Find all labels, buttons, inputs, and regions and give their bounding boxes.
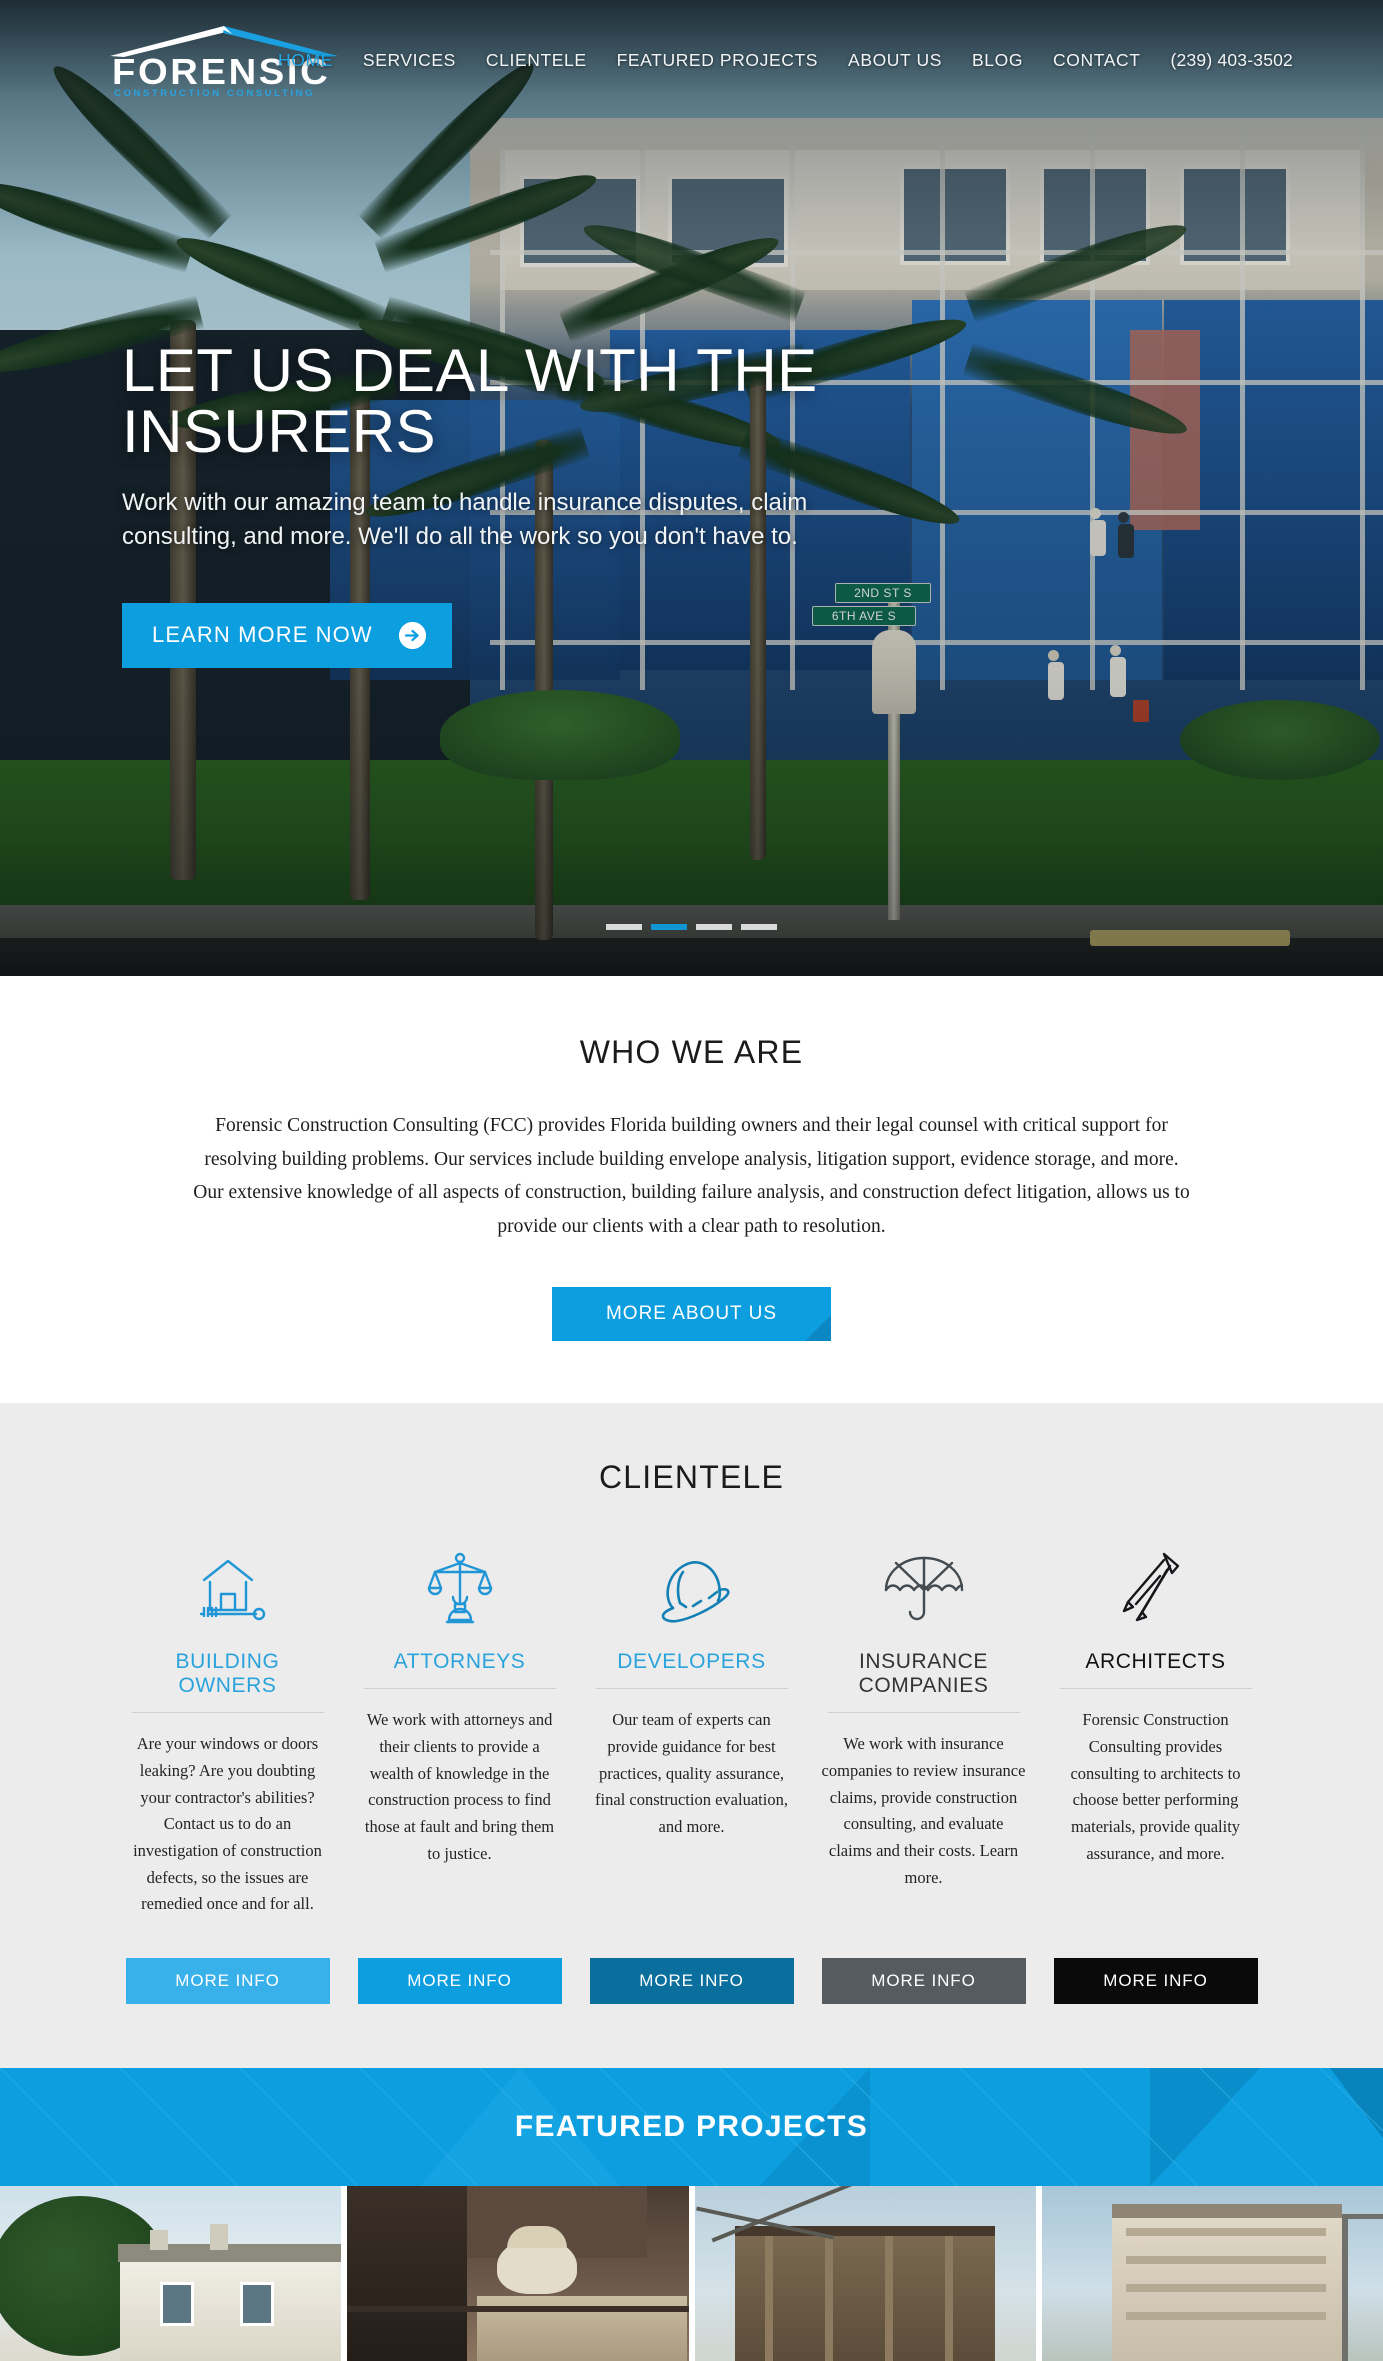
nav-item-home[interactable]: HOME (263, 50, 348, 71)
button-cell: MORE INFO (344, 1958, 576, 2005)
nav-phone-number[interactable]: (239) 403-3502 (1156, 50, 1293, 71)
main-navigation[interactable]: HOME SERVICES CLIENTELE FEATURED PROJECT… (263, 50, 1293, 71)
divider (363, 1688, 556, 1690)
scales-of-justice-icon (358, 1542, 562, 1624)
clientele-card-building-owners: BUILDING OWNERS Are your windows or door… (112, 1542, 344, 1918)
clientele-card-text: We work with insurance companies to revi… (821, 1734, 1026, 1887)
who-we-are-body: Forensic Construction Consulting (FCC) p… (193, 1115, 1190, 1237)
hard-hat-icon (590, 1542, 794, 1624)
hero-slider-dots[interactable] (0, 924, 1383, 930)
divider (1059, 1688, 1252, 1690)
featured-projects-banner: FEATURED PROJECTS (0, 2068, 1383, 2187)
project-thumb-coastal-home[interactable] (0, 2186, 342, 2361)
hero-cta-label: LEARN MORE NOW (152, 622, 373, 648)
clientele-card-title: DEVELOPERS (617, 1650, 766, 1674)
arrow-right-circle-icon (398, 621, 426, 649)
project-thumb-framing[interactable] (694, 2186, 1036, 2361)
nav-item-featured-projects[interactable]: FEATURED PROJECTS (602, 50, 833, 71)
button-cell: MORE INFO (112, 1958, 344, 2005)
nav-item-contact[interactable]: CONTACT (1038, 50, 1155, 71)
divider (827, 1712, 1020, 1714)
clientele-section: CLIENTELE BUILDING OWNERS Are your windo… (0, 1403, 1383, 2069)
clientele-card-insurance-companies: INSURANCE COMPANIES We work with insuran… (808, 1542, 1040, 1918)
project-thumb-condo-tower[interactable] (1041, 2186, 1383, 2361)
button-cell: MORE INFO (576, 1958, 808, 2005)
more-info-button-architects[interactable]: MORE INFO (1053, 1958, 1258, 2005)
clientele-cards: BUILDING OWNERS Are your windows or door… (112, 1542, 1272, 1918)
button-cell: MORE INFO (1040, 1958, 1272, 2005)
who-we-are-title: WHO WE ARE (579, 1034, 804, 1070)
clientele-card-attorneys: ATTORNEYS We work with attorneys and the… (344, 1542, 576, 1918)
slider-dot-2[interactable] (651, 924, 687, 930)
nav-item-about-us[interactable]: ABOUT US (833, 50, 957, 71)
umbrella-icon (822, 1542, 1026, 1624)
clientele-card-developers: DEVELOPERS Our team of experts can provi… (576, 1542, 808, 1918)
compass-divider-icon (1054, 1542, 1258, 1624)
featured-projects-thumbnails (0, 2186, 1383, 2361)
more-info-button-building-owners[interactable]: MORE INFO (125, 1958, 330, 2005)
clientele-title: CLIENTELE (598, 1459, 785, 1496)
nav-item-blog[interactable]: BLOG (957, 50, 1038, 71)
who-we-are-section: WHO WE ARE Forensic Construction Consult… (0, 976, 1383, 1404)
featured-projects-title: FEATURED PROJECTS (514, 2110, 869, 2144)
project-thumb-masonry-work[interactable] (347, 2186, 689, 2361)
clientele-card-text: We work with attorneys and their clients… (364, 1710, 555, 1863)
divider (595, 1688, 788, 1690)
house-key-icon (126, 1542, 330, 1624)
hero-cta-button[interactable]: LEARN MORE NOW (122, 602, 452, 668)
divider (131, 1712, 324, 1714)
more-info-button-attorneys[interactable]: MORE INFO (357, 1958, 562, 2005)
slider-dot-4[interactable] (741, 924, 777, 930)
clientele-card-title: INSURANCE COMPANIES (858, 1650, 989, 1698)
more-info-button-developers[interactable]: MORE INFO (589, 1958, 794, 2005)
hero-headline: LET US DEAL WITH THE INSURERS (122, 337, 818, 466)
clientele-buttons-row: MORE INFO MORE INFO MORE INFO MORE INFO … (112, 1958, 1272, 2005)
button-cell: MORE INFO (808, 1958, 1040, 2005)
more-info-button-insurance-companies[interactable]: MORE INFO (821, 1958, 1026, 2005)
clientele-card-title: ATTORNEYS (393, 1650, 526, 1674)
more-about-us-button[interactable]: MORE ABOUT US (551, 1287, 831, 1342)
hero-content: LET US DEAL WITH THE INSURERS Work with … (122, 340, 942, 668)
site-header: FORENSIC CONSTRUCTION CONSULTING HOME SE… (0, 0, 1383, 100)
hero-subheadline: Work with our amazing team to handle ins… (122, 489, 808, 551)
who-we-are-cta-wrap: MORE ABOUT US (0, 1287, 1383, 1342)
clientele-card-architects: ARCHITECTS Forensic Construction Consult… (1040, 1542, 1272, 1918)
slider-dot-1[interactable] (606, 924, 642, 930)
clientele-card-title: BUILDING OWNERS (175, 1650, 280, 1698)
nav-item-clientele[interactable]: CLIENTELE (471, 50, 602, 71)
clientele-card-text: Are your windows or doors leaking? Are y… (133, 1734, 322, 1914)
slider-dot-3[interactable] (696, 924, 732, 930)
logo-tagline: CONSTRUCTION CONSULTING (114, 88, 316, 99)
clientele-card-text: Our team of experts can provide guidance… (595, 1710, 788, 1836)
clientele-card-text: Forensic Construction Consulting provide… (1070, 1710, 1241, 1863)
hero-section: 2ND ST S 6TH AVE S (0, 0, 1383, 976)
clientele-card-title: ARCHITECTS (1085, 1650, 1226, 1674)
nav-item-services[interactable]: SERVICES (348, 50, 471, 71)
